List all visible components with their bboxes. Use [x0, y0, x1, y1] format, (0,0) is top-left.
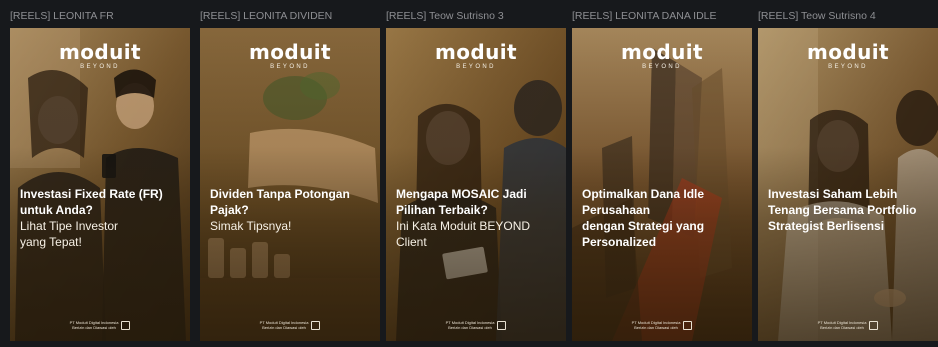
reel-title: [REELS] LEONITA FR — [10, 10, 114, 22]
logo-wordmark: moduit — [249, 40, 331, 64]
reel-title: [REELS] LEONITA DIVIDEN — [200, 10, 333, 22]
caption-headline: Investasi Fixed Rate (FR) untuk Anda? — [20, 187, 163, 217]
reel-shade — [758, 28, 938, 341]
reel-item: [REELS] LEONITA DIVIDEN moduit BEYOND Di… — [200, 0, 380, 347]
regulator-logo-icon — [683, 320, 693, 330]
caption-headline: Mengapa MOSAIC Jadi Pilihan Terbaik? — [396, 187, 527, 217]
reel-caption: Mengapa MOSAIC Jadi Pilihan Terbaik? Ini… — [396, 186, 560, 250]
reel-caption: Investasi Fixed Rate (FR) untuk Anda? Li… — [20, 186, 184, 250]
caption-subline: Simak Tipsnya! — [210, 219, 292, 233]
legal-disclaimer: PT Moduit Digital Indonesia Berizin dan … — [69, 320, 119, 330]
reel-item: [REELS] Teow Sutrisno 4 moduit BEYOND In… — [758, 0, 938, 347]
reel-title: [REELS] Teow Sutrisno 3 — [386, 10, 504, 22]
caption-headline: Optimalkan Dana Idle Perusahaan dengan S… — [582, 187, 705, 249]
regulator-logo-icon — [121, 320, 131, 330]
moduit-logo: moduit BEYOND — [572, 42, 752, 71]
reel-thumbnail[interactable]: moduit BEYOND Optimalkan Dana Idle Perus… — [572, 28, 752, 341]
caption-headline: Dividen Tanpa Potongan Pajak? — [210, 187, 350, 217]
logo-tagline: BEYOND — [80, 64, 120, 70]
reel-item: [REELS] LEONITA FR moduit BEYOND Investa… — [10, 0, 190, 347]
reel-shade — [10, 28, 190, 341]
reel-footer: PT Moduit Digital Indonesia Berizin dan … — [386, 320, 566, 330]
caption-subline: Ini Kata Moduit BEYOND Client — [396, 219, 531, 249]
reel-caption: Investasi Saham Lebih Tenang Bersama Por… — [768, 186, 932, 234]
reels-gallery: [REELS] LEONITA FR moduit BEYOND Investa… — [0, 0, 938, 347]
reel-shade — [386, 28, 566, 341]
reel-thumbnail[interactable]: moduit BEYOND Dividen Tanpa Potongan Paj… — [200, 28, 380, 341]
reel-title: [REELS] Teow Sutrisno 4 — [758, 10, 876, 22]
logo-wordmark: moduit — [435, 40, 517, 64]
moduit-logo: moduit BEYOND — [200, 42, 380, 71]
reel-thumbnail[interactable]: moduit BEYOND Mengapa MOSAIC Jadi Piliha… — [386, 28, 566, 341]
reel-item: [REELS] LEONITA DANA IDLE moduit BEYOND … — [572, 0, 752, 347]
reel-shade — [572, 28, 752, 341]
legal-disclaimer: PT Moduit Digital Indonesia Berizin dan … — [259, 320, 309, 330]
logo-wordmark: moduit — [807, 40, 889, 64]
logo-tagline: BEYOND — [828, 64, 868, 70]
legal-disclaimer: PT Moduit Digital Indonesia Berizin dan … — [631, 320, 681, 330]
logo-wordmark: moduit — [621, 40, 703, 64]
logo-tagline: BEYOND — [642, 64, 682, 70]
reel-footer: PT Moduit Digital Indonesia Berizin dan … — [10, 320, 190, 330]
legal-disclaimer: PT Moduit Digital Indonesia Berizin dan … — [817, 320, 867, 330]
regulator-logo-icon — [869, 320, 879, 330]
reel-thumbnail[interactable]: moduit BEYOND Investasi Saham Lebih Tena… — [758, 28, 938, 341]
reel-caption: Dividen Tanpa Potongan Pajak? Simak Tips… — [210, 186, 374, 234]
caption-headline: Investasi Saham Lebih Tenang Bersama Por… — [768, 187, 917, 233]
reel-footer: PT Moduit Digital Indonesia Berizin dan … — [200, 320, 380, 330]
reel-title: [REELS] LEONITA DANA IDLE — [572, 10, 717, 22]
logo-tagline: BEYOND — [456, 64, 496, 70]
reel-caption: Optimalkan Dana Idle Perusahaan dengan S… — [582, 186, 746, 250]
reel-footer: PT Moduit Digital Indonesia Berizin dan … — [572, 320, 752, 330]
logo-tagline: BEYOND — [270, 64, 310, 70]
reel-item: [REELS] Teow Sutrisno 3 moduit BEYOND Me… — [386, 0, 566, 347]
regulator-logo-icon — [311, 320, 321, 330]
reel-footer: PT Moduit Digital Indonesia Berizin dan … — [758, 320, 938, 330]
moduit-logo: moduit BEYOND — [386, 42, 566, 71]
reel-thumbnail[interactable]: moduit BEYOND Investasi Fixed Rate (FR) … — [10, 28, 190, 341]
logo-wordmark: moduit — [59, 40, 141, 64]
moduit-logo: moduit BEYOND — [10, 42, 190, 71]
legal-disclaimer: PT Moduit Digital Indonesia Berizin dan … — [445, 320, 495, 330]
regulator-logo-icon — [497, 320, 507, 330]
caption-subline: Lihat Tipe Investor yang Tepat! — [20, 219, 119, 249]
reel-shade — [200, 28, 380, 341]
moduit-logo: moduit BEYOND — [758, 42, 938, 71]
